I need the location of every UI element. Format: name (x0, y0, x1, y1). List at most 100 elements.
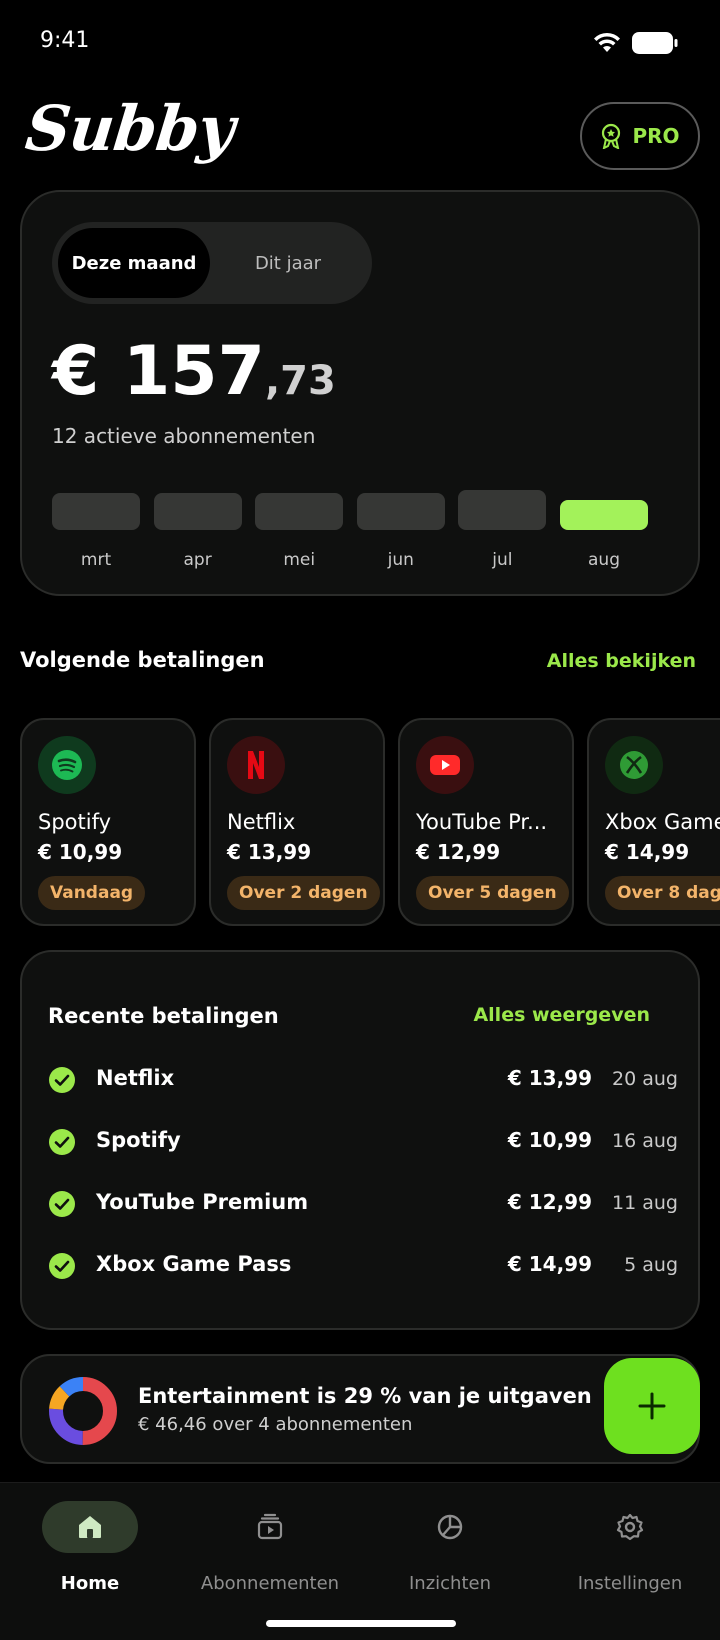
nav-item-abonnementen[interactable]: Abonnementen (180, 1501, 360, 1611)
service-name: YouTube Pr... (416, 810, 548, 834)
month-column-mei[interactable]: mei (255, 492, 344, 572)
check-circle-icon (49, 1191, 75, 1217)
nav-item-inzichten[interactable]: Inzichten (360, 1501, 540, 1611)
month-label: jul (492, 550, 513, 570)
donut-chart-icon (49, 1377, 117, 1445)
month-bar (255, 493, 344, 530)
battery-icon (632, 32, 678, 54)
settings-icon (616, 1513, 644, 1541)
nav-label: Abonnementen (200, 1573, 340, 1594)
add-subscription-button[interactable] (604, 1358, 700, 1454)
home-icon (79, 1516, 101, 1538)
pro-button[interactable]: PRO (580, 102, 700, 170)
month-bar (153, 493, 242, 530)
service-name: Spotify (38, 810, 112, 834)
home-indicator (266, 1620, 456, 1627)
upcoming-carousel[interactable]: Spotify € 10,99 Vandaag Netflix € 13,99 Over … (20, 718, 720, 926)
nav-item-instellingen[interactable]: Instellingen (540, 1501, 720, 1611)
month-column-apr[interactable]: apr (153, 492, 242, 572)
due-badge: Vandaag (38, 876, 146, 910)
payment-date: 11 aug (612, 1192, 678, 1214)
show-all-link[interactable]: Alles weergeven (473, 1004, 650, 1026)
payment-name: Netflix (96, 1066, 175, 1090)
upcoming-card[interactable]: Xbox Game € 14,99 Over 8 dage (587, 718, 720, 926)
check-circle-icon (49, 1067, 75, 1093)
payment-row[interactable]: YouTube Premium € 12,99 11 aug (48, 1184, 678, 1224)
insight-subtitle: € 46,46 over 4 abonnementen (138, 1414, 413, 1435)
service-logo (38, 736, 96, 794)
payment-name: Spotify (96, 1128, 181, 1152)
nav-label: Instellingen (577, 1573, 683, 1594)
spotify-icon (52, 750, 82, 780)
payment-date: 20 aug (612, 1068, 678, 1090)
service-logo (605, 736, 663, 794)
upcoming-card[interactable]: YouTube Pr... € 12,99 Over 5 dagen (398, 718, 574, 926)
recent-title: Recente betalingen (48, 1004, 279, 1028)
due-badge: Over 8 dage (605, 876, 720, 910)
spending-summary-card: Deze maand Dit jaar € 157,73 12 actieve … (20, 190, 700, 596)
app-logo: Subby (22, 92, 238, 165)
xbox-icon (620, 751, 648, 779)
plus-icon (638, 1392, 666, 1420)
service-price: € 13,99 (227, 840, 312, 864)
payment-amount: € 10,99 (507, 1128, 592, 1152)
check-circle-icon (49, 1253, 75, 1279)
due-badge: Over 2 dagen (227, 876, 380, 910)
wifi-icon (594, 32, 620, 52)
service-name: Xbox Game (605, 810, 720, 834)
service-price: € 14,99 (605, 840, 690, 864)
pro-label: PRO (632, 124, 680, 148)
month-bar (52, 493, 140, 530)
nav-label: Home (60, 1573, 120, 1594)
month-bars: mrt apr mei jun jul aug (52, 490, 668, 572)
month-bar (560, 500, 648, 530)
status-time: 9:41 (40, 28, 90, 53)
payment-row[interactable]: Netflix € 13,99 20 aug (48, 1060, 678, 1100)
subscriptions-icon (257, 1513, 283, 1540)
nav-icon-wrap (402, 1501, 498, 1553)
insights-icon (437, 1514, 463, 1540)
month-column-jun[interactable]: jun (356, 492, 445, 572)
month-label: mei (283, 550, 316, 570)
netflix-icon (248, 751, 264, 779)
view-all-link[interactable]: Alles bekijken (547, 650, 696, 672)
nav-icon-wrap (222, 1501, 318, 1553)
payment-date: 5 aug (624, 1254, 678, 1276)
check-circle-icon (49, 1129, 75, 1155)
toggle-this-year[interactable]: Dit jaar (210, 228, 366, 298)
toggle-this-month[interactable]: Deze maand (58, 228, 210, 298)
month-column-jul[interactable]: jul (458, 490, 547, 572)
month-bar (356, 493, 445, 530)
payment-row[interactable]: Xbox Game Pass € 14,99 5 aug (48, 1246, 678, 1286)
month-column-aug[interactable]: aug (560, 492, 648, 572)
nav-icon-wrap (42, 1501, 138, 1553)
payment-amount: € 13,99 (507, 1066, 592, 1090)
month-bar (458, 490, 547, 530)
service-price: € 12,99 (416, 840, 501, 864)
recent-payments-card: Recente betalingen Alles weergeven Netfl… (20, 950, 700, 1330)
payment-amount: € 14,99 (507, 1252, 592, 1276)
nav-item-home[interactable]: Home (0, 1501, 180, 1611)
app-header: Subby PRO (0, 88, 720, 180)
nav-icon-wrap (582, 1501, 678, 1553)
insight-card[interactable]: Entertainment is 29 % van je uitgaven € … (20, 1354, 700, 1464)
payment-name: Xbox Game Pass (96, 1252, 292, 1276)
upcoming-header: Volgende betalingen Alles bekijken (20, 648, 700, 678)
due-badge: Over 5 dagen (416, 876, 569, 910)
insight-title: Entertainment is 29 % van je uitgaven (138, 1384, 592, 1408)
month-label: apr (183, 550, 212, 570)
upcoming-card[interactable]: Netflix € 13,99 Over 2 dagen (209, 718, 385, 926)
month-label: mrt (80, 550, 112, 570)
upcoming-title: Volgende betalingen (20, 648, 265, 672)
payment-row[interactable]: Spotify € 10,99 16 aug (48, 1122, 678, 1162)
amount-cents: ,73 (264, 358, 336, 404)
month-column-mrt[interactable]: mrt (52, 492, 140, 572)
service-logo (416, 736, 474, 794)
payment-name: YouTube Premium (96, 1190, 309, 1214)
award-icon (602, 123, 621, 149)
youtube-icon (430, 755, 460, 775)
service-logo (227, 736, 285, 794)
active-subscriptions-count: 12 actieve abonnementen (52, 424, 316, 448)
bottom-navigation: Home Abonnementen Inzichten Instellingen (0, 1482, 720, 1640)
upcoming-card[interactable]: Spotify € 10,99 Vandaag (20, 718, 196, 926)
